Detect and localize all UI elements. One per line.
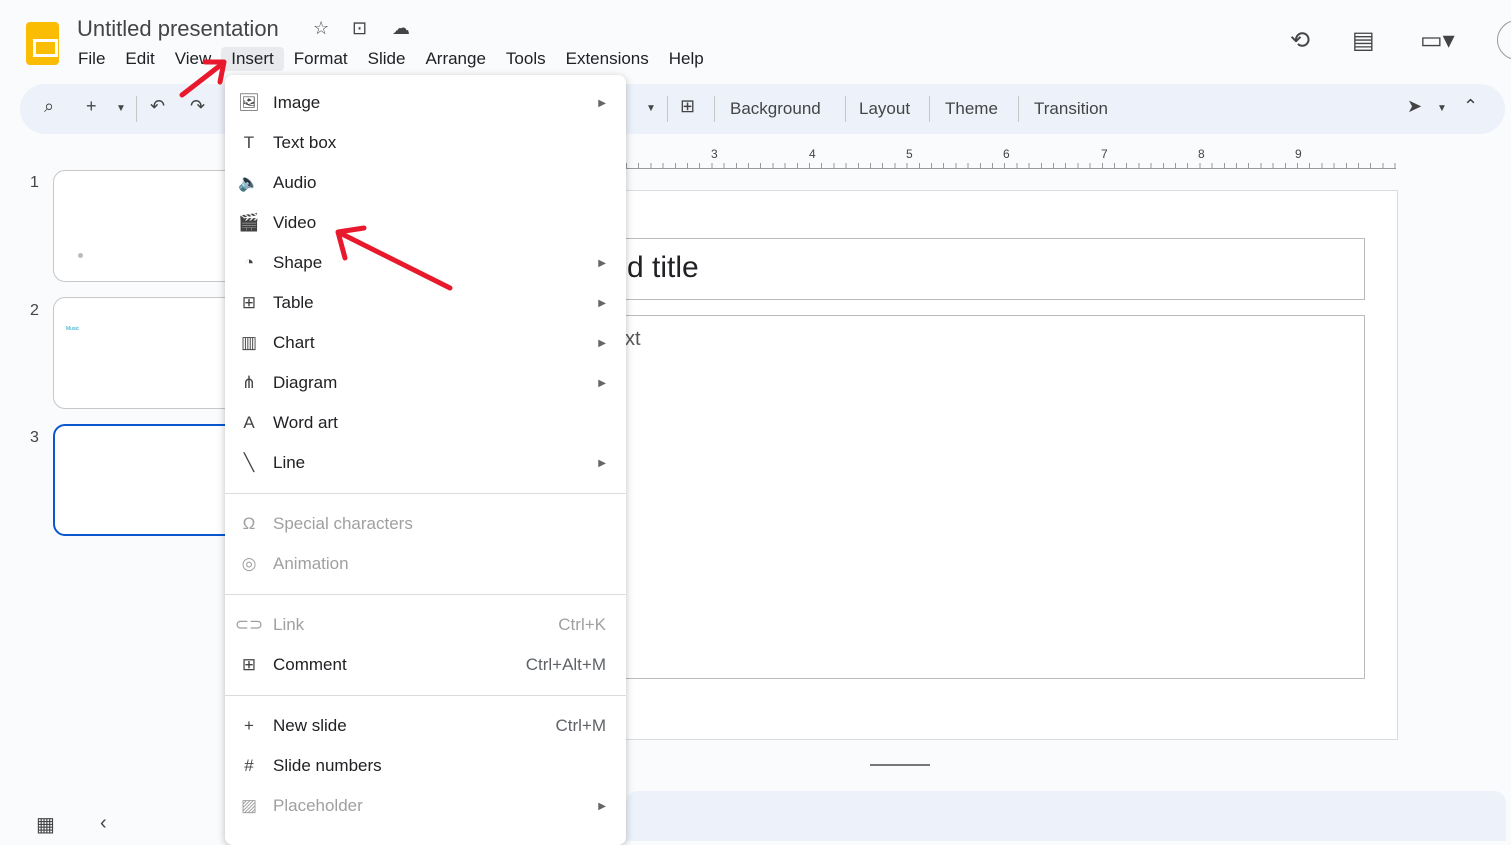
arrow-to-video [337, 230, 453, 291]
annotation-arrows [179, 59, 453, 291]
arrow-to-insert [179, 61, 225, 98]
